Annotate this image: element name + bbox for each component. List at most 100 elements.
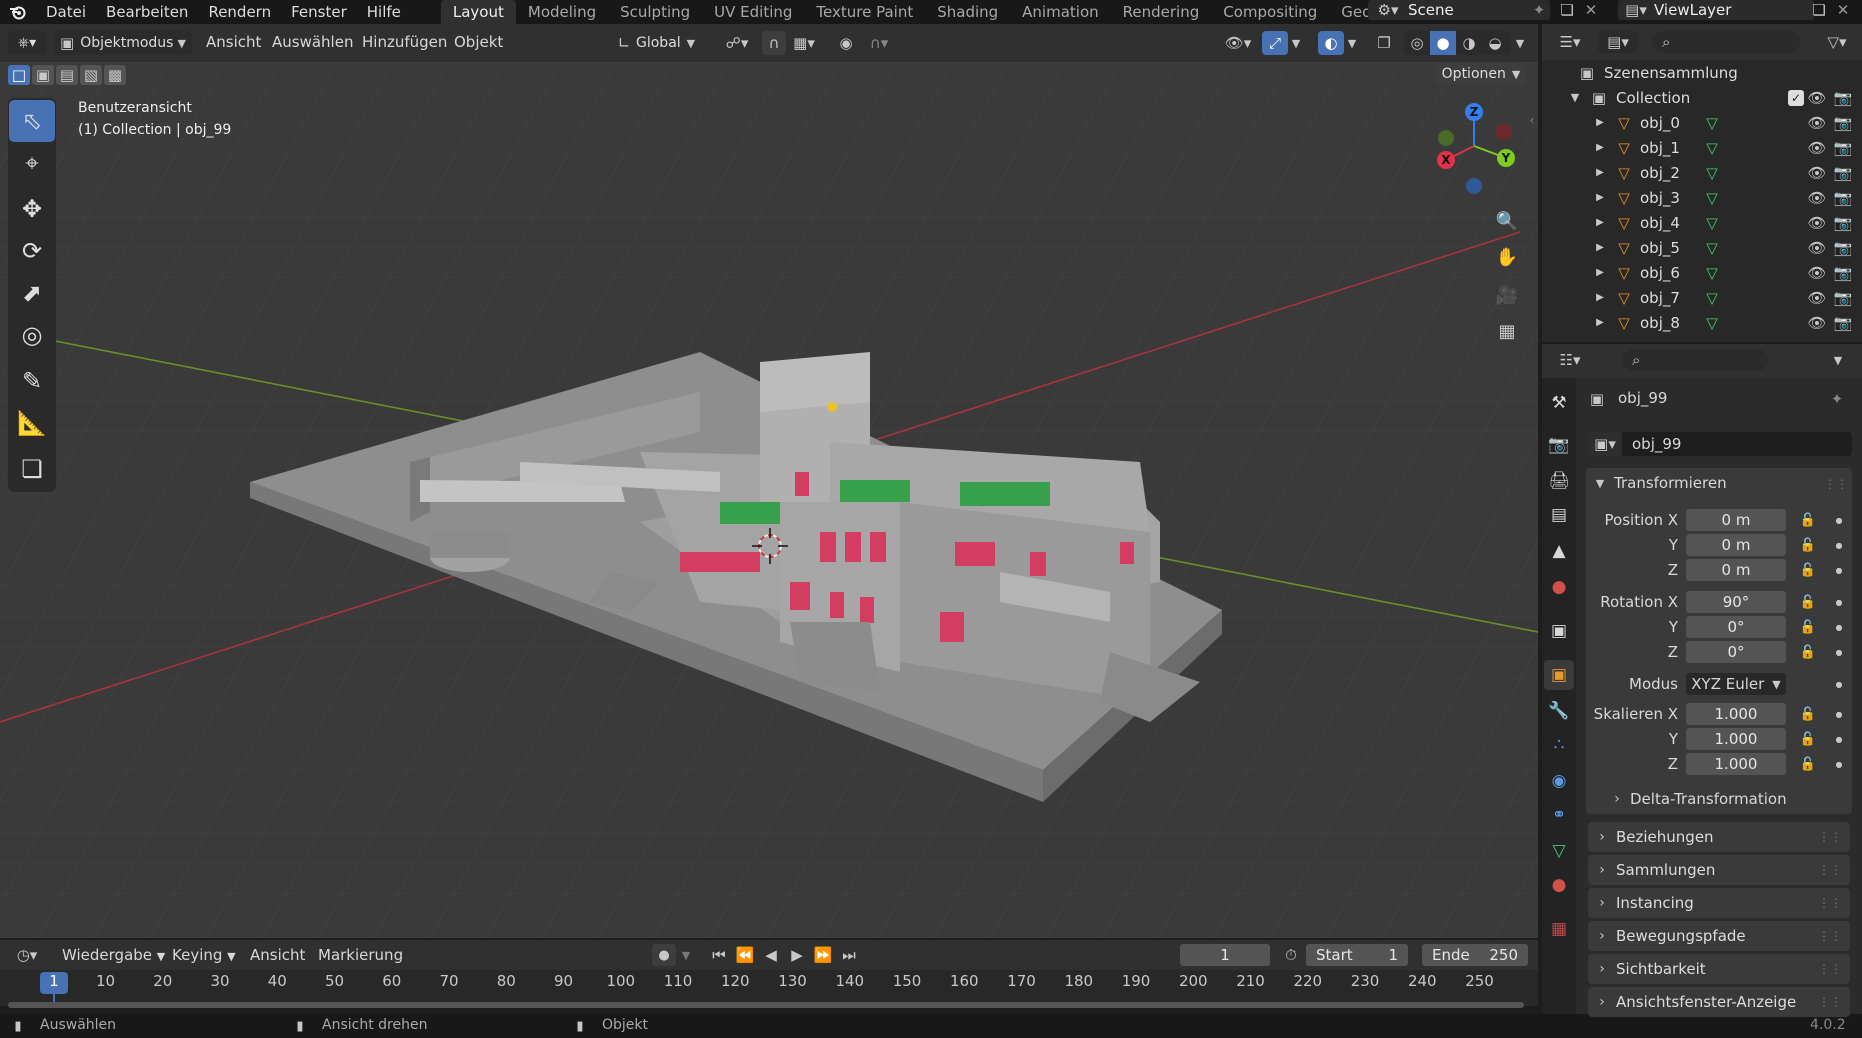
drag-handle-icon[interactable]: ⋮⋮ — [1824, 474, 1848, 494]
material-shading-icon[interactable]: ◑ — [1456, 31, 1482, 55]
mode-selector[interactable]: ▣ Objektmodus ▼ — [54, 31, 192, 55]
keyframe-dot-icon[interactable]: ● — [1832, 735, 1846, 744]
keyframe-dot-icon[interactable]: ● — [1832, 623, 1846, 632]
menu-datei[interactable]: Datei — [36, 2, 96, 22]
jump-start-icon[interactable]: ⏮ — [706, 944, 732, 966]
menu-hilfe[interactable]: Hilfe — [357, 2, 411, 22]
lock-icon[interactable]: 🔓 — [1798, 620, 1818, 635]
camera-icon[interactable]: 📷 — [1830, 264, 1856, 282]
eye-icon[interactable]: 👁 — [1804, 89, 1830, 107]
modifier-tab-icon[interactable]: 🔧 — [1544, 696, 1574, 726]
view-layer-tab-icon[interactable]: ▤ — [1544, 500, 1574, 530]
camera-icon[interactable]: 📷 — [1830, 214, 1856, 232]
camera-icon[interactable]: 📷 — [1830, 189, 1856, 207]
rendered-shading-icon[interactable]: ◒ — [1482, 31, 1508, 55]
wireframe-shading-icon[interactable]: ◎ — [1404, 31, 1430, 55]
falloff-icon[interactable]: ∩▾ — [862, 31, 896, 55]
tab-uv-editing[interactable]: UV Editing — [702, 0, 804, 24]
autokey-dropdown-icon[interactable]: ▼ — [678, 944, 694, 966]
panel-header[interactable]: › Ansichtsfenster-Anzeige ⋮⋮ — [1588, 987, 1850, 1017]
outliner-object-row[interactable]: ▶ ▽ obj_2 ▽ 👁 📷 — [1542, 160, 1862, 185]
properties-options-icon[interactable]: ▼ — [1826, 349, 1850, 371]
object-datablock-field[interactable]: ▣▾ obj_99 — [1588, 432, 1852, 456]
physics-tab-icon[interactable]: ◉ — [1544, 766, 1574, 796]
visibility-icon[interactable]: 👁▾ — [1218, 31, 1258, 55]
tab-sculpting[interactable]: Sculpting — [608, 0, 702, 24]
perspective-toggle-icon[interactable]: ▦ — [1492, 316, 1522, 346]
keyframe-dot-icon[interactable]: ● — [1832, 648, 1846, 657]
scale-field[interactable]: 1.000 — [1686, 703, 1786, 725]
chevron-right-icon[interactable]: ▶ — [1594, 217, 1606, 228]
pivot-icon[interactable]: ☍▾ — [720, 31, 754, 55]
proportional-edit-icon[interactable]: ◉ — [834, 31, 858, 55]
data-tab-icon[interactable]: ▽ — [1544, 836, 1574, 866]
constraints-tab-icon[interactable]: ⚭ — [1544, 800, 1574, 830]
select-extend-icon[interactable]: ▣ — [32, 65, 54, 85]
timeline-editor-icon[interactable]: ◷▾ — [8, 944, 46, 966]
menu-rendern[interactable]: Rendern — [198, 2, 281, 22]
mesh-data-icon[interactable]: ▽ — [1702, 314, 1722, 332]
snap-target-icon[interactable]: ▦▾ — [786, 31, 822, 55]
keyframe-dot-icon[interactable]: ● — [1832, 760, 1846, 769]
viewlayer-selector[interactable]: ▤▾ ViewLayer — [1618, 0, 1814, 20]
menu-hinzufuegen[interactable]: Hinzufügen — [362, 33, 447, 51]
properties-editor-icon[interactable]: ☷▾ — [1550, 349, 1590, 371]
drag-handle-icon[interactable]: ⋮⋮ — [1818, 830, 1842, 844]
object-tab-icon[interactable]: ▣ — [1544, 660, 1574, 690]
transform-header[interactable]: ▼ Transformieren — [1592, 474, 1727, 492]
delta-transform-header[interactable]: › Delta-Transformation — [1610, 790, 1786, 808]
timeline-scrollbar[interactable] — [8, 1002, 1524, 1008]
eye-icon[interactable]: 👁 — [1804, 264, 1830, 282]
menu-bearbeiten[interactable]: Bearbeiten — [96, 2, 198, 22]
output-tab-icon[interactable]: 🖨 — [1544, 466, 1574, 496]
current-frame-field[interactable]: 1 — [1180, 944, 1270, 966]
eye-icon[interactable]: 👁 — [1804, 164, 1830, 182]
gizmo-toggle-icon[interactable]: ⤢ — [1262, 31, 1288, 55]
eye-icon[interactable]: 👁 — [1804, 289, 1830, 307]
lock-icon[interactable]: 🔓 — [1798, 757, 1818, 772]
camera-icon[interactable]: 📷 — [1830, 289, 1856, 307]
scale-field[interactable]: 1.000 — [1686, 728, 1786, 750]
mesh-data-icon[interactable]: ▽ — [1702, 114, 1722, 132]
world-tab-icon[interactable]: ● — [1544, 572, 1574, 602]
outliner-search[interactable]: ⌕ — [1652, 31, 1800, 53]
mesh-data-icon[interactable]: ▽ — [1702, 264, 1722, 282]
menu-auswaehlen[interactable]: Auswählen — [272, 33, 353, 51]
play-icon[interactable]: ▶ — [784, 944, 810, 966]
new-scene-icon[interactable]: ❏ — [1556, 0, 1578, 20]
lock-icon[interactable]: 🔓 — [1798, 645, 1818, 660]
mesh-data-icon[interactable]: ▽ — [1702, 214, 1722, 232]
position-field[interactable]: 0 m — [1686, 559, 1786, 581]
chevron-right-icon[interactable]: ▶ — [1594, 292, 1606, 303]
eye-icon[interactable]: 👁 — [1804, 239, 1830, 257]
eye-icon[interactable]: 👁 — [1804, 214, 1830, 232]
scale-tool-icon[interactable]: ⬈ — [9, 272, 55, 314]
transform-tool-icon[interactable]: ◎ — [9, 314, 55, 356]
collection-checkbox[interactable]: ✓ — [1788, 89, 1804, 106]
pin-icon[interactable]: ✦ — [1826, 388, 1848, 410]
lock-icon[interactable]: 🔓 — [1798, 595, 1818, 610]
outliner-object-row[interactable]: ▶ ▽ obj_4 ▽ 👁 📷 — [1542, 210, 1862, 235]
overlay-dropdown-icon[interactable]: ▼ — [1344, 31, 1360, 55]
rotation-field[interactable]: 90° — [1686, 591, 1786, 613]
render-tab-icon[interactable]: 📷 — [1544, 430, 1574, 460]
panel-header[interactable]: › Sichtbarkeit ⋮⋮ — [1588, 954, 1850, 984]
tab-rendering[interactable]: Rendering — [1111, 0, 1212, 24]
object-type-icon[interactable]: ▣▾ — [1588, 432, 1622, 456]
select-new-icon[interactable]: □ — [8, 65, 30, 85]
display-mode-icon[interactable]: ▤▾ — [1598, 31, 1638, 53]
select-box-icon[interactable]: ⬁ — [9, 100, 55, 142]
mesh-data-icon[interactable]: ▽ — [1702, 189, 1722, 207]
select-subtract-icon[interactable]: ▤ — [56, 65, 78, 85]
lock-icon[interactable]: 🔓 — [1798, 513, 1818, 528]
scene-selector[interactable]: ⚙▾ Scene ✦ — [1368, 0, 1550, 20]
chevron-right-icon[interactable]: ▶ — [1594, 167, 1606, 178]
mesh-data-icon[interactable]: ▽ — [1702, 239, 1722, 257]
keyframe-dot-icon[interactable]: ● — [1832, 516, 1846, 525]
rotate-tool-icon[interactable]: ⟳ — [9, 230, 55, 272]
3d-viewport[interactable]: □ ▣ ▤ ▧ ▩ ⬁ ⌖ ✥ ⟳ ⬈ ◎ ✎ 📐 ❏ Benutzeransi… — [0, 62, 1538, 938]
outliner-object-row[interactable]: ▶ ▽ obj_5 ▽ 👁 📷 — [1542, 235, 1862, 260]
outliner-editor-icon[interactable]: ☰▾ — [1550, 31, 1590, 53]
texture-tab-icon[interactable]: ▦ — [1544, 914, 1574, 944]
preview-range-icon[interactable]: ⏱ — [1278, 944, 1304, 966]
